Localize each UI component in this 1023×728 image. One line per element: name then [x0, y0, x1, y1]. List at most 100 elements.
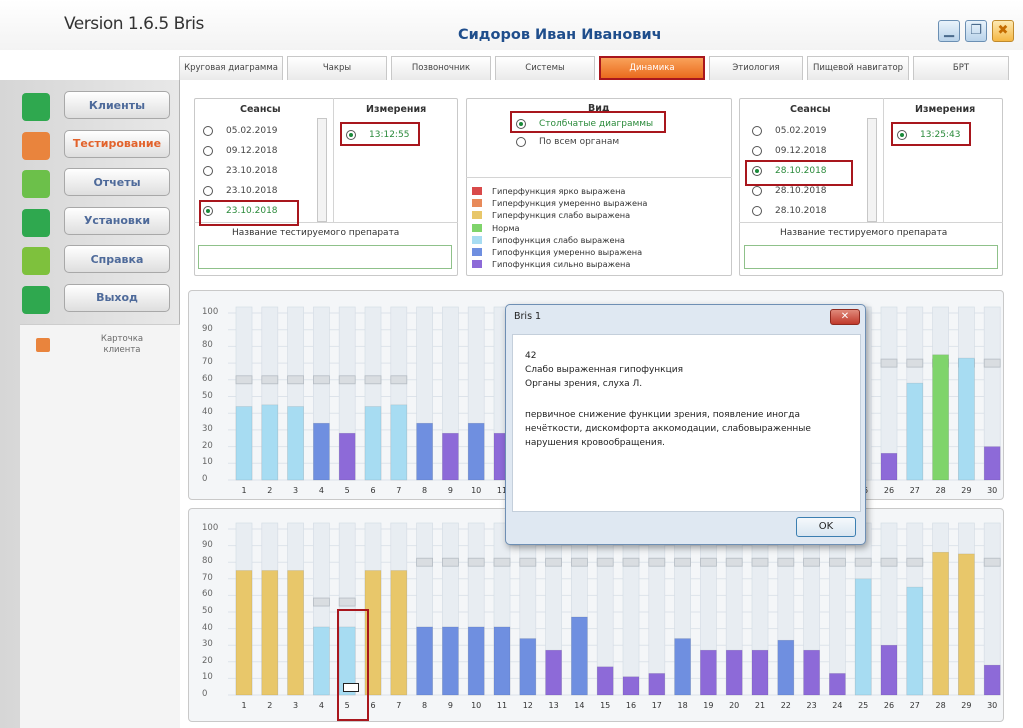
- sidebar-item-3[interactable]: Отчеты: [22, 168, 172, 200]
- bar-29[interactable]: [958, 553, 975, 696]
- sidebar-button-1[interactable]: Клиенты: [64, 91, 170, 119]
- tab-1[interactable]: Круговая диаграмма: [179, 56, 283, 80]
- minimize-button[interactable]: ▁: [938, 20, 960, 42]
- bar-14[interactable]: [571, 616, 588, 696]
- right-session-item-1[interactable]: 05.02.2019: [752, 124, 827, 138]
- right-session-item-2[interactable]: 09.12.2018: [752, 144, 827, 158]
- left-session-item-2[interactable]: 09.12.2018: [203, 144, 278, 158]
- bar-cap: [313, 375, 330, 385]
- bar-4[interactable]: [313, 422, 330, 481]
- left-preparation-input[interactable]: [198, 245, 452, 269]
- dialog-close-button[interactable]: ✕: [830, 309, 860, 325]
- sidebar-item-2[interactable]: Тестирование: [22, 129, 172, 162]
- sidebar-button-5[interactable]: Справка: [64, 245, 170, 273]
- bar-8[interactable]: [416, 626, 433, 696]
- bar-9[interactable]: [442, 432, 459, 481]
- bar-27[interactable]: [906, 382, 924, 481]
- bar-22[interactable]: [777, 639, 795, 696]
- bar-25[interactable]: [854, 578, 872, 696]
- tab-8[interactable]: БРТ: [913, 56, 1009, 80]
- dialog-description-1: первичное снижение функции зрения, появл…: [525, 410, 801, 420]
- bar-27[interactable]: [906, 586, 924, 696]
- bar-19[interactable]: [700, 649, 717, 696]
- bar-7[interactable]: [390, 570, 408, 696]
- right-session-radio-2[interactable]: [752, 146, 762, 156]
- sidebar-button-4[interactable]: Установки: [64, 206, 170, 235]
- bar-29[interactable]: [958, 357, 975, 481]
- tab-4[interactable]: Системы: [495, 56, 595, 80]
- right-sessions-scrollbar[interactable]: [867, 118, 877, 222]
- bar-26[interactable]: [880, 452, 898, 481]
- dialog-ok-button[interactable]: OK: [796, 517, 856, 537]
- right-session-item-4[interactable]: 28.10.2018: [752, 184, 827, 198]
- bar-30[interactable]: [983, 664, 1001, 696]
- view-option-organs[interactable]: По всем органам: [516, 135, 619, 149]
- right-session-item-5[interactable]: 28.10.2018: [752, 204, 827, 218]
- bar-2[interactable]: [261, 404, 279, 481]
- bar-24[interactable]: [829, 673, 846, 696]
- bar-17[interactable]: [648, 673, 666, 696]
- x-tick-label: 27: [909, 701, 920, 710]
- tab-7[interactable]: Пищевой навигатор: [807, 56, 909, 80]
- bar-2[interactable]: [261, 570, 279, 696]
- left-session-item-1[interactable]: 05.02.2019: [203, 124, 278, 138]
- sidebar-item-6[interactable]: Выход: [22, 283, 172, 316]
- bar-15[interactable]: [596, 666, 614, 696]
- client-card-link[interactable]: Карточка клиента: [92, 334, 152, 356]
- bar-4[interactable]: [313, 626, 330, 696]
- left-session-radio-3[interactable]: [203, 166, 213, 176]
- sidebar-item-4[interactable]: Установки: [22, 206, 172, 239]
- bar-28[interactable]: [932, 551, 949, 696]
- close-button[interactable]: ✖: [992, 20, 1014, 42]
- bar-1[interactable]: [235, 570, 253, 696]
- bar-23[interactable]: [803, 649, 820, 696]
- bar-11[interactable]: [493, 626, 511, 696]
- bar-6[interactable]: [364, 406, 382, 481]
- sidebar-button-2[interactable]: Тестирование: [64, 129, 170, 158]
- x-tick-label: 11: [496, 701, 508, 710]
- bar-9[interactable]: [442, 626, 459, 696]
- sidebar-item-5[interactable]: Справка: [22, 245, 172, 277]
- bar-16[interactable]: [622, 676, 640, 696]
- sidebar-item-1[interactable]: Клиенты: [22, 91, 172, 123]
- left-sessions-scrollbar[interactable]: [317, 118, 327, 222]
- bar-30[interactable]: [983, 446, 1001, 481]
- bar-28[interactable]: [932, 354, 949, 481]
- bar-26[interactable]: [880, 644, 898, 696]
- right-session-radio-5[interactable]: [752, 206, 762, 216]
- bar-1[interactable]: [235, 406, 253, 481]
- left-session-item-4[interactable]: 23.10.2018: [203, 184, 278, 198]
- tab-6[interactable]: Этиология: [709, 56, 803, 80]
- bar-cap: [235, 375, 253, 385]
- left-session-radio-1[interactable]: [203, 126, 213, 136]
- view-option-organs-radio[interactable]: [516, 137, 526, 147]
- tab-5[interactable]: Динамика: [599, 56, 705, 80]
- bar-8[interactable]: [416, 422, 433, 481]
- bar-10[interactable]: [467, 626, 485, 696]
- left-session-date-2: 09.12.2018: [226, 146, 278, 156]
- bar-12[interactable]: [519, 638, 537, 696]
- right-session-radio-4[interactable]: [752, 186, 762, 196]
- tab-3[interactable]: Позвоночник: [391, 56, 491, 80]
- tab-2[interactable]: Чакры: [287, 56, 387, 80]
- legend-label-1: Гиперфункция ярко выражена: [492, 186, 626, 196]
- left-session-item-3[interactable]: 23.10.2018: [203, 164, 278, 178]
- restore-button[interactable]: ❐: [965, 20, 987, 42]
- left-session-radio-4[interactable]: [203, 186, 213, 196]
- bar-13[interactable]: [545, 649, 562, 696]
- bar-3[interactable]: [287, 406, 304, 481]
- bar-21[interactable]: [751, 649, 769, 696]
- bar-10[interactable]: [467, 422, 485, 481]
- legend-swatch-3: [472, 211, 482, 220]
- right-session-radio-1[interactable]: [752, 126, 762, 136]
- left-session-radio-2[interactable]: [203, 146, 213, 156]
- bar-20[interactable]: [725, 649, 743, 696]
- sidebar-button-3[interactable]: Отчеты: [64, 168, 170, 196]
- bar-18[interactable]: [674, 638, 691, 696]
- bar-3[interactable]: [287, 570, 304, 696]
- right-preparation-input[interactable]: [744, 245, 998, 269]
- right-session-date-1: 05.02.2019: [775, 126, 827, 136]
- sidebar-button-6[interactable]: Выход: [64, 283, 170, 312]
- bar-5[interactable]: [338, 432, 356, 481]
- bar-7[interactable]: [390, 404, 408, 481]
